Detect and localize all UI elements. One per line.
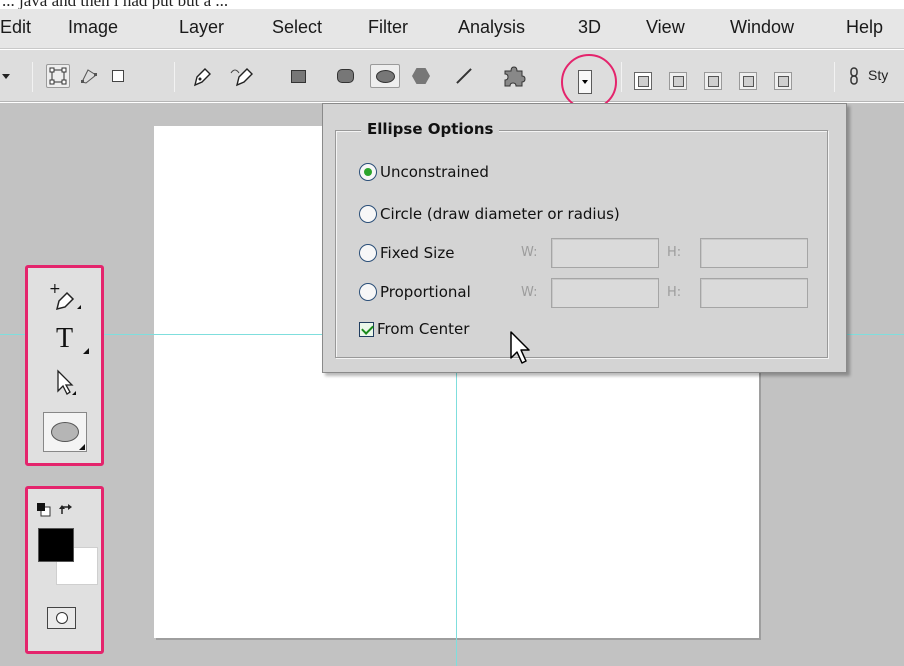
type-tool[interactable]: T	[28, 320, 101, 358]
options-bar: Sty	[0, 50, 904, 102]
fixed-size-option[interactable]: Fixed Size	[359, 242, 454, 264]
unconstrained-option[interactable]: Unconstrained	[359, 161, 489, 183]
dropdown-arrow-icon	[582, 80, 588, 84]
separator	[834, 62, 835, 92]
proportional-w-label: W:	[521, 285, 538, 300]
fixed-w-label: W:	[521, 245, 538, 260]
from-center-option[interactable]: From Center	[359, 318, 469, 340]
polygon-icon	[412, 68, 430, 84]
exclude-overlapping-button[interactable]	[774, 72, 792, 90]
direct-selection-arrow-icon	[56, 369, 76, 395]
proportional-height-field[interactable]	[700, 278, 808, 308]
separator	[621, 62, 622, 92]
polygon-tool-button[interactable]	[409, 64, 433, 88]
svg-text:+: +	[49, 281, 61, 297]
menu-view[interactable]: View	[646, 17, 685, 38]
rounded-rectangle-tool-button[interactable]	[333, 64, 357, 88]
unconstrained-label: Unconstrained	[380, 163, 489, 181]
style-label[interactable]: Sty	[868, 67, 888, 83]
proportional-label: Proportional	[380, 283, 471, 301]
fixed-h-label: H:	[667, 245, 682, 260]
subtract-from-shape-area-button[interactable]	[704, 72, 722, 90]
shape-layers-icon	[49, 67, 67, 85]
ellipse-icon	[375, 69, 395, 83]
menu-image[interactable]: Image	[68, 17, 118, 38]
fill-pixels-icon	[112, 70, 124, 82]
foreground-color-swatch[interactable]	[38, 528, 74, 562]
circle-label: Circle (draw diameter or radius)	[380, 205, 620, 223]
rectangle-icon	[290, 69, 306, 83]
menu-select[interactable]: Select	[272, 17, 322, 38]
from-center-label: From Center	[377, 320, 470, 338]
shape-layers-mode-button[interactable]	[46, 64, 70, 88]
custom-shape-puzzle-icon	[504, 66, 526, 87]
pen-icon	[193, 68, 211, 87]
freeform-pen-button[interactable]	[229, 64, 253, 88]
intersect-shape-areas-button[interactable]	[739, 72, 757, 90]
quick-mask-icon	[55, 612, 68, 624]
clipped-top-text: ... java and then i had put but a ...	[0, 0, 904, 9]
new-shape-layer-mode-button[interactable]	[634, 72, 652, 90]
menu-help[interactable]: Help	[846, 17, 883, 38]
pen-tool-button[interactable]	[191, 64, 215, 88]
circle-radio[interactable]	[359, 205, 377, 223]
line-icon	[456, 68, 472, 84]
fixed-size-radio[interactable]	[359, 244, 377, 262]
rectangle-tool-button[interactable]	[286, 64, 310, 88]
paths-mode-button[interactable]	[78, 64, 102, 88]
proportional-option[interactable]: Proportional	[359, 281, 471, 303]
fixed-width-field[interactable]	[551, 238, 659, 268]
fill-pixels-mode-button[interactable]	[106, 64, 130, 88]
ellipse-shape-tool[interactable]	[28, 409, 101, 455]
add-to-shape-area-button[interactable]	[669, 72, 687, 90]
custom-shape-tool-button[interactable]	[502, 64, 526, 88]
menu-filter[interactable]: Filter	[368, 17, 408, 38]
quick-mask-button[interactable]	[47, 607, 76, 629]
proportional-width-field[interactable]	[551, 278, 659, 308]
fixed-height-field[interactable]	[700, 238, 808, 268]
path-selection-tool[interactable]	[28, 363, 101, 401]
unconstrained-radio[interactable]	[359, 163, 377, 181]
type-tool-icon: T	[55, 323, 74, 354]
menu-window[interactable]: Window	[730, 17, 794, 38]
ellipse-options-dropdown: Ellipse Options Unconstrained Circle (dr…	[322, 103, 847, 373]
rounded-rectangle-icon	[336, 69, 354, 83]
menu-analysis[interactable]: Analysis	[458, 17, 525, 38]
geometry-options-dropdown-button[interactable]	[578, 70, 592, 94]
from-center-checkbox[interactable]	[359, 321, 374, 337]
separator	[174, 62, 175, 92]
menu-bar: Edit Image Layer Select Filter Analysis …	[0, 9, 904, 49]
circle-option[interactable]: Circle (draw diameter or radius)	[359, 203, 620, 225]
fixed-size-label: Fixed Size	[380, 244, 455, 262]
separator	[32, 62, 33, 92]
menu-layer[interactable]: Layer	[179, 17, 224, 38]
clipped-top-text-content: ... java and then i had put but a ...	[2, 0, 228, 9]
menu-3d[interactable]: 3D	[578, 17, 601, 38]
line-tool-button[interactable]	[452, 64, 476, 88]
paths-icon	[81, 69, 97, 84]
freeform-pen-icon	[230, 68, 253, 87]
ellipse-tool-button[interactable]	[370, 64, 400, 88]
tools-panel-highlighted: + T	[25, 265, 104, 466]
menu-edit[interactable]: Edit	[0, 17, 31, 38]
default-colors-icon[interactable]	[37, 502, 51, 521]
ellipse-tool-icon	[50, 422, 79, 442]
swap-colors-icon[interactable]	[59, 502, 73, 521]
ellipse-options-title: Ellipse Options	[361, 120, 500, 138]
link-icon[interactable]	[846, 64, 862, 88]
proportional-radio[interactable]	[359, 283, 377, 301]
add-anchor-pen-icon: +	[49, 281, 81, 311]
tool-preset-arrow-icon[interactable]	[0, 64, 12, 88]
color-panel-highlighted	[25, 486, 104, 654]
add-anchor-point-tool[interactable]: +	[28, 278, 101, 316]
proportional-h-label: H:	[667, 285, 682, 300]
